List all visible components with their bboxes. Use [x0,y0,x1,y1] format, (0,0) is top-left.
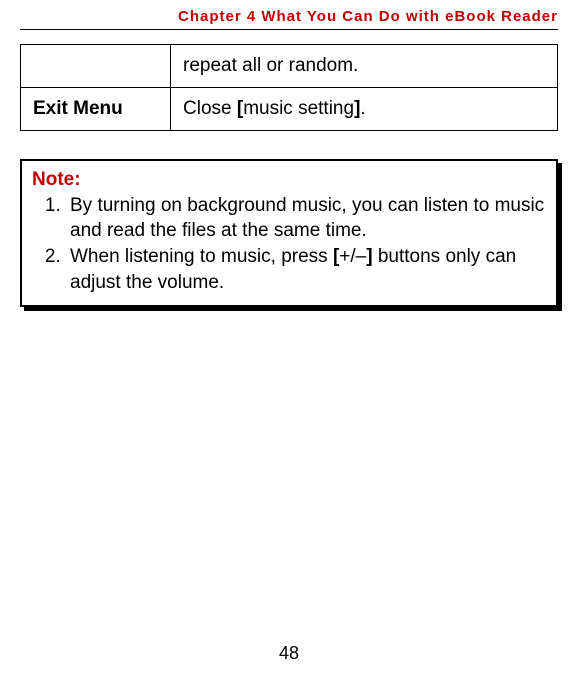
table-row: Exit Menu Close [music setting]. [21,88,558,131]
menu-table: repeat all or random. Exit Menu Close [m… [20,44,558,131]
row1-label [21,45,171,88]
row2-label: Exit Menu [21,88,171,131]
list-item: When listening to music, press [+/–] but… [66,244,546,295]
list-item: By turning on background music, you can … [66,193,546,244]
row1-desc: repeat all or random. [171,45,558,88]
table-row: repeat all or random. [21,45,558,88]
note-box: Note: By turning on background music, yo… [20,159,558,307]
chapter-header: Chapter 4 What You Can Do with eBook Rea… [20,8,558,30]
note-list: By turning on background music, you can … [32,193,546,296]
note-title: Note: [32,167,546,193]
item2-prefix: When listening to music, press [70,246,333,267]
row2-prefix: Close [183,98,237,119]
row2-desc: Close [music setting]. [171,88,558,131]
row2-suffix: . [360,98,365,119]
page-number: 48 [0,643,578,664]
item2-mid: +/– [339,246,366,267]
row2-mid: music setting [243,98,354,119]
